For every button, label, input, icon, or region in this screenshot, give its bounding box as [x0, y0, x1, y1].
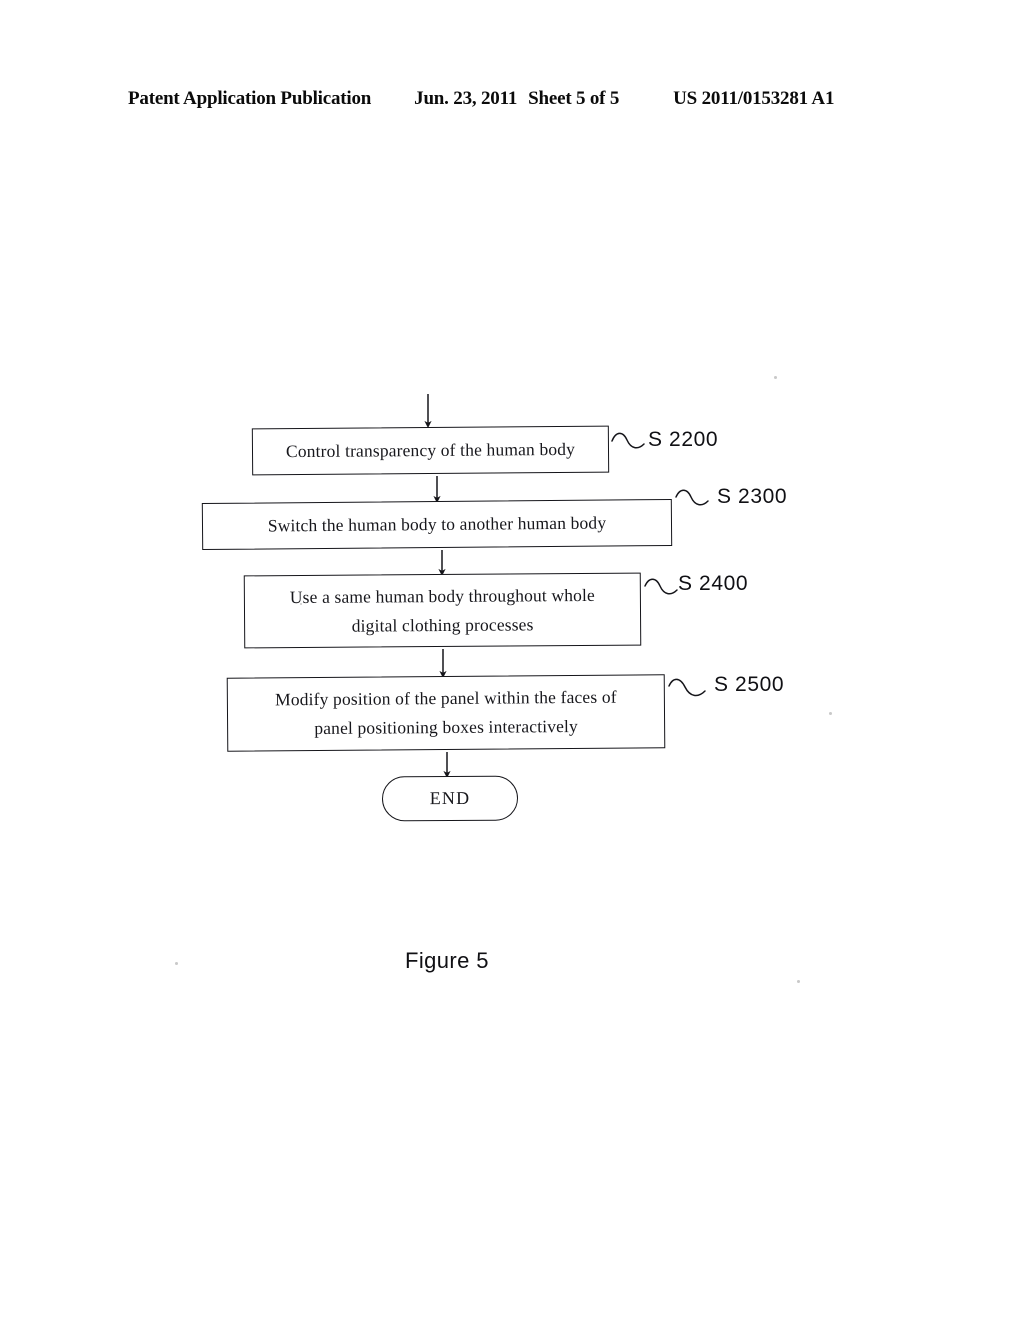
leader-squiggle-s2300 — [675, 489, 709, 506]
flow-step-s2400-box: Use a same human body throughout whole d… — [243, 572, 642, 649]
leader-squiggle-s2200 — [611, 432, 645, 449]
flow-step-s2300-box: Switch the human body to another human b… — [201, 498, 673, 551]
step-reference-s2200: S 2200 — [648, 428, 719, 451]
flow-step-s2500-line1: Modify position of the panel within the … — [275, 686, 617, 710]
flow-step-s2300-text: Switch the human body to another human b… — [267, 512, 607, 536]
flow-step-s2500-text: Modify position of the panel within the … — [238, 682, 654, 743]
figure-caption: Figure 5 — [405, 948, 489, 973]
flow-terminator-end: END — [381, 775, 519, 822]
scan-speckle — [797, 980, 800, 983]
flowchart-connectors — [424, 394, 709, 779]
scan-speckle — [300, 603, 302, 605]
flow-step-s2400-line1: Use a same human body throughout whole — [289, 584, 596, 607]
flow-step-s2400-line2: digital clothing processes — [351, 613, 534, 636]
flow-step-s2500-line2: panel positioning boxes interactively — [314, 715, 578, 739]
step-reference-s2400: S 2400 — [678, 572, 749, 595]
scan-speckle — [774, 376, 777, 379]
step-reference-s2500: S 2500 — [714, 673, 785, 696]
scan-speckle — [175, 962, 178, 965]
step-reference-s2300: S 2300 — [717, 485, 788, 508]
scan-speckle — [829, 712, 832, 715]
leader-squiggle-s2500 — [668, 678, 706, 697]
flow-step-s2200-text: Control transparency of the human body — [285, 438, 576, 462]
flow-terminator-end-label: END — [429, 787, 471, 809]
figure-5-flowchart: Control transparency of the human body S… — [0, 0, 1024, 1320]
flow-step-s2500-box: Modify position of the panel within the … — [226, 674, 666, 752]
flow-step-s2400-text: Use a same human body throughout whole d… — [255, 580, 630, 640]
leader-squiggle-s2400 — [644, 578, 678, 595]
flow-step-s2200-box: Control transparency of the human body — [251, 425, 610, 476]
